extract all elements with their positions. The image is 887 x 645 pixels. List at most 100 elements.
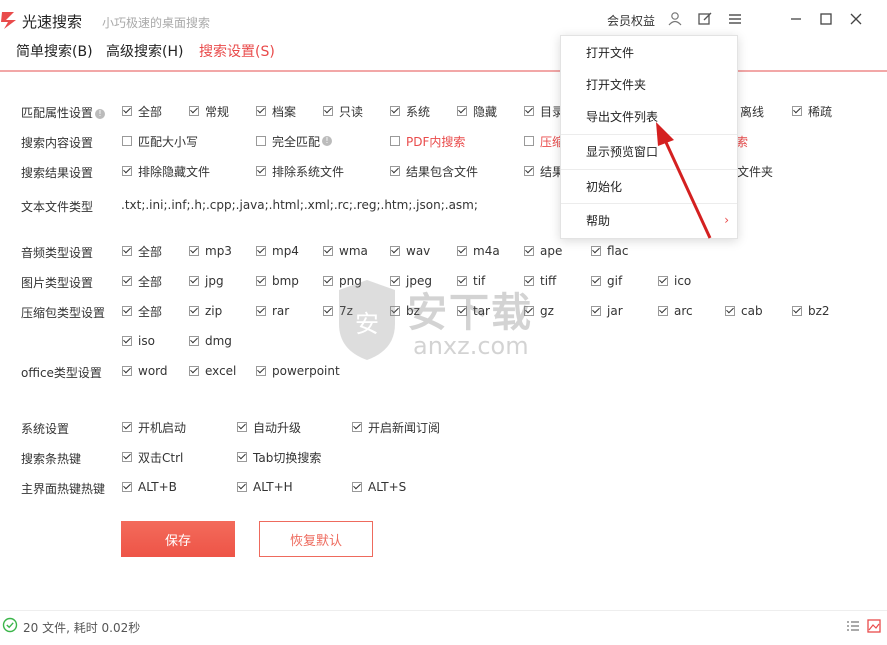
include-files-checkbox[interactable]: 结果包含文件: [390, 163, 478, 179]
auto-update-checkbox[interactable]: 自动升级: [237, 419, 301, 435]
pdf-search-checkbox[interactable]: PDF内搜索: [390, 133, 465, 149]
exact-match-checkbox[interactable]: 完全匹配!: [256, 133, 333, 149]
match-hidden-checkbox[interactable]: 隐藏: [457, 103, 497, 119]
main-menu-bar: 简单搜索(B) 高级搜索(H) 搜索设置(S): [0, 38, 887, 72]
app-logo-icon: [1, 12, 16, 29]
autostart-checkbox[interactable]: 开机启动: [122, 419, 186, 435]
archive-search-checkbox[interactable]: 压缩: [524, 133, 564, 149]
office-type-label: office类型设置: [21, 366, 102, 380]
tab-search-settings[interactable]: 搜索设置(S): [199, 41, 275, 61]
image-png-checkbox[interactable]: png: [323, 273, 362, 289]
news-subscribe-checkbox[interactable]: 开启新闻订阅: [352, 419, 440, 435]
include-folders-checkbox[interactable]: 文件夹: [737, 163, 773, 179]
search-bar-hotkey-label: 搜索条热键: [21, 452, 82, 466]
info-icon: !: [322, 136, 333, 146]
image-bmp-checkbox[interactable]: bmp: [256, 273, 299, 289]
member-benefits-link[interactable]: 会员权益: [607, 12, 655, 29]
office-excel-checkbox[interactable]: excel: [189, 363, 236, 379]
tab-switch-checkbox[interactable]: Tab切换搜索: [237, 449, 321, 465]
match-sparse-checkbox[interactable]: 稀疏: [792, 103, 832, 119]
match-normal-checkbox[interactable]: 常规: [189, 103, 229, 119]
minimize-icon[interactable]: [787, 10, 805, 28]
menu-item-show-preview[interactable]: 显示预览窗口: [561, 137, 737, 165]
status-text: 20 文件, 耗时 0.02秒: [23, 621, 141, 635]
image-tiff-checkbox[interactable]: tiff: [524, 273, 556, 289]
user-icon[interactable]: [666, 10, 684, 28]
archive-iso-checkbox[interactable]: iso: [122, 333, 155, 349]
image-jpeg-checkbox[interactable]: jpeg: [390, 273, 432, 289]
match-system-checkbox[interactable]: 系统: [390, 103, 430, 119]
content-setting-label: 搜索内容设置: [21, 136, 94, 150]
archive-tar-checkbox[interactable]: tar: [457, 303, 490, 319]
exclude-hidden-checkbox[interactable]: 排除隐藏文件: [122, 163, 210, 179]
archive-gz-checkbox[interactable]: gz: [524, 303, 554, 319]
text-type-extensions[interactable]: .txt;.ini;.inf;.h;.cpp;.java;.html;.xml;…: [121, 198, 478, 212]
match-case-checkbox[interactable]: 匹配大小写: [122, 133, 198, 149]
menu-item-export-file-list[interactable]: 导出文件列表: [561, 102, 737, 130]
audio-m4a-checkbox[interactable]: m4a: [457, 243, 500, 259]
menu-item-open-folder[interactable]: 打开文件夹: [561, 70, 737, 98]
audio-mp4-checkbox[interactable]: mp4: [256, 243, 299, 259]
audio-wav-checkbox[interactable]: wav: [390, 243, 430, 259]
match-attr-label: 匹配属性设置!: [21, 104, 106, 121]
match-archive-checkbox[interactable]: 档案: [256, 103, 296, 119]
menu-icon[interactable]: [726, 10, 744, 28]
main-hotkey-label: 主界面热键热键: [21, 482, 106, 496]
archive-type-label: 压缩包类型设置: [21, 306, 106, 320]
save-button[interactable]: 保存: [121, 521, 235, 557]
audio-ape-checkbox[interactable]: ape: [524, 243, 562, 259]
image-gif-checkbox[interactable]: gif: [591, 273, 622, 289]
info-icon: !: [95, 109, 106, 119]
watermark-shield-icon: 安: [339, 280, 395, 360]
image-all-checkbox[interactable]: 全部: [122, 273, 162, 289]
app-title: 光速搜索: [22, 13, 83, 31]
restore-default-button[interactable]: 恢复默认: [259, 521, 373, 557]
menu-item-open-file[interactable]: 打开文件: [561, 38, 737, 66]
audio-type-label: 音频类型设置: [21, 246, 94, 260]
audio-all-checkbox[interactable]: 全部: [122, 243, 162, 259]
audio-flac-checkbox[interactable]: flac: [591, 243, 629, 259]
menu-item-initialize[interactable]: 初始化: [561, 172, 737, 200]
tab-advanced-search[interactable]: 高级搜索(H): [106, 41, 183, 61]
office-word-checkbox[interactable]: word: [122, 363, 168, 379]
archive-rar-checkbox[interactable]: rar: [256, 303, 289, 319]
image-jpg-checkbox[interactable]: jpg: [189, 273, 224, 289]
system-setting-label: 系统设置: [21, 422, 70, 436]
menu-divider: [561, 203, 737, 204]
archive-bz-checkbox[interactable]: bz: [390, 303, 420, 319]
maximize-icon[interactable]: [817, 10, 835, 28]
alt-b-checkbox[interactable]: ALT+B: [122, 479, 177, 495]
match-directory-checkbox[interactable]: 目录: [524, 103, 564, 119]
archive-arc-checkbox[interactable]: arc: [658, 303, 693, 319]
menu-divider: [561, 169, 737, 170]
preview-image-icon[interactable]: [866, 618, 882, 634]
archive-zip-checkbox[interactable]: zip: [189, 303, 222, 319]
archive-7z-checkbox[interactable]: 7z: [323, 303, 353, 319]
audio-mp3-checkbox[interactable]: mp3: [189, 243, 232, 259]
match-readonly-checkbox[interactable]: 只读: [323, 103, 363, 119]
archive-all-checkbox[interactable]: 全部: [122, 303, 162, 319]
menu-item-help[interactable]: 帮助 ›: [561, 206, 737, 234]
result-other-checkbox[interactable]: 结果: [524, 163, 564, 179]
office-powerpoint-checkbox[interactable]: powerpoint: [256, 363, 340, 379]
audio-wma-checkbox[interactable]: wma: [323, 243, 368, 259]
exclude-system-checkbox[interactable]: 排除系统文件: [256, 163, 344, 179]
image-type-label: 图片类型设置: [21, 276, 94, 290]
double-ctrl-checkbox[interactable]: 双击Ctrl: [122, 449, 183, 465]
list-view-icon[interactable]: [845, 618, 861, 634]
main-menu-dropdown: 打开文件 打开文件夹 导出文件列表 显示预览窗口 初始化 帮助 ›: [560, 35, 738, 239]
archive-jar-checkbox[interactable]: jar: [591, 303, 623, 319]
image-tif-checkbox[interactable]: tif: [457, 273, 485, 289]
edit-icon[interactable]: [696, 10, 714, 28]
archive-bz2-checkbox[interactable]: bz2: [792, 303, 830, 319]
watermark-text-en: anxz.com: [413, 332, 529, 360]
alt-h-checkbox[interactable]: ALT+H: [237, 479, 293, 495]
match-all-checkbox[interactable]: 全部: [122, 103, 162, 119]
text-type-label: 文本文件类型: [21, 200, 94, 214]
close-icon[interactable]: [847, 10, 865, 28]
archive-cab-checkbox[interactable]: cab: [725, 303, 763, 319]
alt-s-checkbox[interactable]: ALT+S: [352, 479, 406, 495]
image-ico-checkbox[interactable]: ico: [658, 273, 691, 289]
tab-simple-search[interactable]: 简单搜索(B): [16, 41, 93, 61]
archive-dmg-checkbox[interactable]: dmg: [189, 333, 232, 349]
